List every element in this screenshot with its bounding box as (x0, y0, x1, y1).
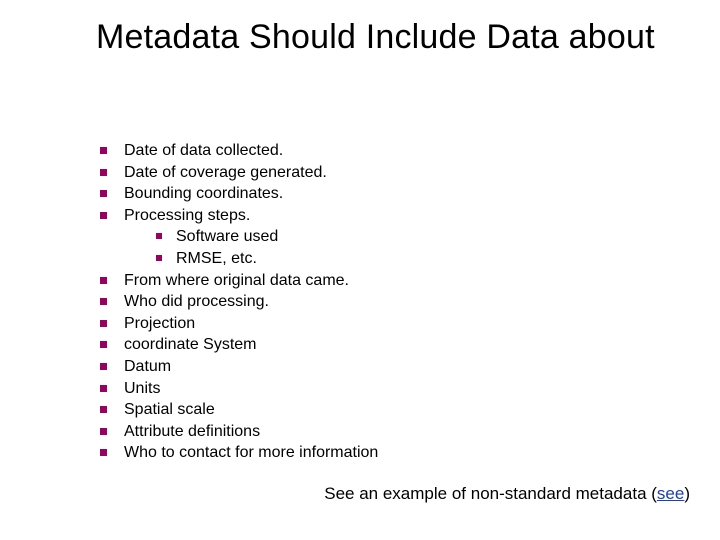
bullet-text: coordinate System (124, 336, 257, 353)
bullet-text: Spatial scale (124, 401, 215, 418)
list-item: Spatial scale (96, 399, 656, 421)
bullet-text: Attribute definitions (124, 423, 260, 440)
slide: Metadata Should Include Data about Date … (0, 0, 720, 540)
list-item: Date of data collected. (96, 140, 656, 162)
list-item: Datum (96, 356, 656, 378)
list-item: From where original data came. (96, 270, 656, 292)
bullet-text: Projection (124, 315, 195, 332)
bullet-text: From where original data came. (124, 272, 349, 289)
list-item: Processing steps. Software used RMSE, et… (96, 205, 656, 270)
footer-suffix: ) (684, 484, 690, 503)
slide-title: Metadata Should Include Data about (96, 18, 656, 57)
footer-prefix: See an example of non-standard metadata … (324, 484, 657, 503)
list-item: Software used (152, 226, 656, 248)
bullet-text: Datum (124, 358, 171, 375)
bullet-list: Date of data collected. Date of coverage… (96, 140, 656, 464)
footer-line: See an example of non-standard metadata … (0, 484, 690, 504)
list-item: Attribute definitions (96, 421, 656, 443)
see-link[interactable]: see (657, 484, 684, 503)
bullet-text: Date of coverage generated. (124, 164, 327, 181)
list-item: RMSE, etc. (152, 248, 656, 270)
list-item: Date of coverage generated. (96, 162, 656, 184)
bullet-text: Date of data collected. (124, 142, 283, 159)
bullet-text: Software used (176, 228, 278, 245)
sub-bullet-list: Software used RMSE, etc. (124, 226, 656, 269)
bullet-text: RMSE, etc. (176, 250, 257, 267)
bullet-text: Bounding coordinates. (124, 185, 283, 202)
list-item: Who to contact for more information (96, 442, 656, 464)
list-item: coordinate System (96, 334, 656, 356)
slide-body: Date of data collected. Date of coverage… (96, 140, 656, 464)
list-item: Projection (96, 313, 656, 335)
list-item: Units (96, 378, 656, 400)
bullet-text: Who to contact for more information (124, 444, 378, 461)
list-item: Who did processing. (96, 291, 656, 313)
list-item: Bounding coordinates. (96, 183, 656, 205)
bullet-text: Who did processing. (124, 293, 269, 310)
bullet-text: Units (124, 380, 160, 397)
bullet-text: Processing steps. (124, 207, 250, 224)
